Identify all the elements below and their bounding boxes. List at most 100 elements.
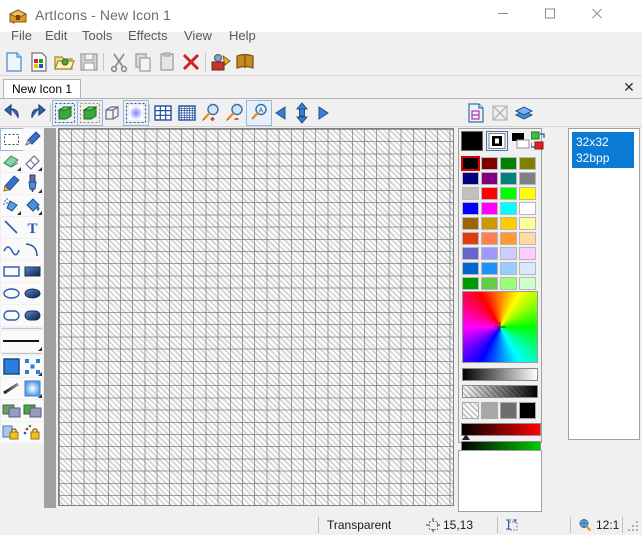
eraser-tool[interactable] — [1, 151, 22, 172]
color-swatch[interactable] — [500, 277, 517, 290]
undo-button[interactable] — [1, 101, 25, 125]
alpha-preset-cell[interactable] — [481, 402, 498, 419]
color-swatch[interactable] — [481, 172, 498, 185]
color-swatch[interactable] — [462, 187, 479, 200]
transparency-button[interactable] — [488, 101, 512, 125]
black-white-reset[interactable] — [512, 133, 530, 149]
color-swatch[interactable] — [462, 157, 479, 170]
fine-grid-button[interactable] — [175, 101, 199, 125]
zoom-actual-button[interactable]: A — [247, 101, 271, 125]
rectangle-outline-tool[interactable] — [1, 261, 22, 282]
rounded-rect-filled-tool[interactable] — [22, 305, 43, 326]
alpha-slider[interactable] — [462, 385, 538, 398]
color-swatch[interactable] — [481, 247, 498, 260]
color-swatch[interactable] — [481, 232, 498, 245]
layers-button[interactable] — [512, 101, 536, 125]
new-image-green-button[interactable] — [53, 101, 77, 125]
color-swatch[interactable] — [462, 277, 479, 290]
color-swatch[interactable] — [462, 247, 479, 260]
color-swatch[interactable] — [500, 202, 517, 215]
color-swatch[interactable] — [500, 247, 517, 260]
color-swatch[interactable] — [500, 232, 517, 245]
color-swatch[interactable] — [519, 217, 536, 230]
curve-tool[interactable] — [1, 239, 22, 260]
color-swatch[interactable] — [462, 202, 479, 215]
foreground-background-pair[interactable] — [486, 131, 508, 151]
fill-tool[interactable] — [22, 195, 43, 216]
color-swatch[interactable] — [481, 217, 498, 230]
text-tool[interactable]: T — [22, 217, 43, 238]
line-width-tool[interactable] — [1, 331, 43, 352]
color-swatch[interactable] — [500, 157, 517, 170]
fill-style-tool[interactable] — [1, 356, 22, 377]
spray-tool[interactable] — [1, 195, 22, 216]
red-channel-slider[interactable] — [461, 423, 541, 436]
delete-button[interactable] — [179, 50, 203, 74]
resize-grip[interactable] — [628, 521, 640, 533]
image-properties-button[interactable] — [124, 101, 148, 125]
color-swatch[interactable] — [519, 187, 536, 200]
copy-button[interactable] — [131, 50, 155, 74]
select-rectangle-tool[interactable] — [1, 129, 22, 150]
color-swatch[interactable] — [519, 232, 536, 245]
alpha-preset-cell[interactable] — [519, 402, 536, 419]
red-channel-knob[interactable] — [462, 434, 470, 440]
color-swatch[interactable] — [481, 157, 498, 170]
duplicate-image-button[interactable] — [78, 101, 102, 125]
ellipse-filled-tool[interactable] — [22, 283, 43, 304]
new-image-button[interactable] — [27, 50, 51, 74]
grid-button[interactable] — [151, 101, 175, 125]
lock-color-tool[interactable] — [22, 422, 43, 443]
color-swatch[interactable] — [500, 187, 517, 200]
color-swatch[interactable] — [519, 262, 536, 275]
tab-new-icon-1[interactable]: New Icon 1 — [3, 79, 81, 99]
cut-button[interactable] — [107, 50, 131, 74]
icon-canvas[interactable] — [58, 128, 454, 506]
menu-help[interactable]: Help — [222, 26, 263, 46]
pencil-tool[interactable] — [1, 173, 22, 194]
tab-close-icon[interactable]: ✕ — [622, 81, 636, 95]
menu-effects[interactable]: Effects — [121, 26, 175, 46]
color-swatch[interactable] — [519, 157, 536, 170]
color-swatch[interactable] — [481, 277, 498, 290]
lock-opacity-tool[interactable] — [1, 422, 22, 443]
color-picker-tool[interactable] — [22, 129, 43, 150]
ellipse-outline-tool[interactable] — [1, 283, 22, 304]
color-swatch[interactable] — [481, 262, 498, 275]
alpha-preset-cell[interactable] — [462, 402, 479, 419]
grayscale-slider[interactable] — [462, 368, 538, 381]
alpha-preset-cell[interactable] — [500, 402, 517, 419]
zoom-in-button[interactable] — [199, 101, 223, 125]
menu-view[interactable]: View — [177, 26, 219, 46]
opacity-tool[interactable] — [1, 400, 22, 421]
blend-tool[interactable] — [22, 400, 43, 421]
color-swatch[interactable] — [462, 217, 479, 230]
color-swatch[interactable] — [519, 202, 536, 215]
new-icon-button[interactable] — [2, 50, 26, 74]
save-button[interactable] — [77, 50, 101, 74]
image-list-item-32x32[interactable]: 32x32 32bpp — [572, 132, 634, 168]
color-swatch[interactable] — [462, 262, 479, 275]
save-image-button[interactable] — [464, 101, 488, 125]
rectangle-filled-tool[interactable] — [22, 261, 43, 282]
open-button[interactable] — [52, 50, 76, 74]
color-swatch[interactable] — [481, 187, 498, 200]
scatter-tool[interactable] — [22, 356, 43, 377]
color-swatch[interactable] — [519, 172, 536, 185]
color-swatch[interactable] — [500, 172, 517, 185]
rounded-rect-outline-tool[interactable] — [1, 305, 22, 326]
delete-image-button[interactable] — [100, 101, 124, 125]
color-info-box[interactable] — [458, 450, 542, 512]
swap-colors-button[interactable] — [531, 131, 545, 151]
paste-button[interactable] — [155, 50, 179, 74]
redo-button[interactable] — [25, 101, 49, 125]
color-swatch[interactable] — [462, 172, 479, 185]
zoom-out-button[interactable] — [223, 101, 247, 125]
color-swatch[interactable] — [519, 277, 536, 290]
foreground-color-swatch[interactable] — [461, 131, 483, 151]
library-button[interactable] — [233, 50, 257, 74]
color-swatch[interactable] — [500, 262, 517, 275]
capture-button[interactable] — [209, 50, 233, 74]
menu-edit[interactable]: Edit — [38, 26, 74, 46]
color-swatch[interactable] — [481, 202, 498, 215]
